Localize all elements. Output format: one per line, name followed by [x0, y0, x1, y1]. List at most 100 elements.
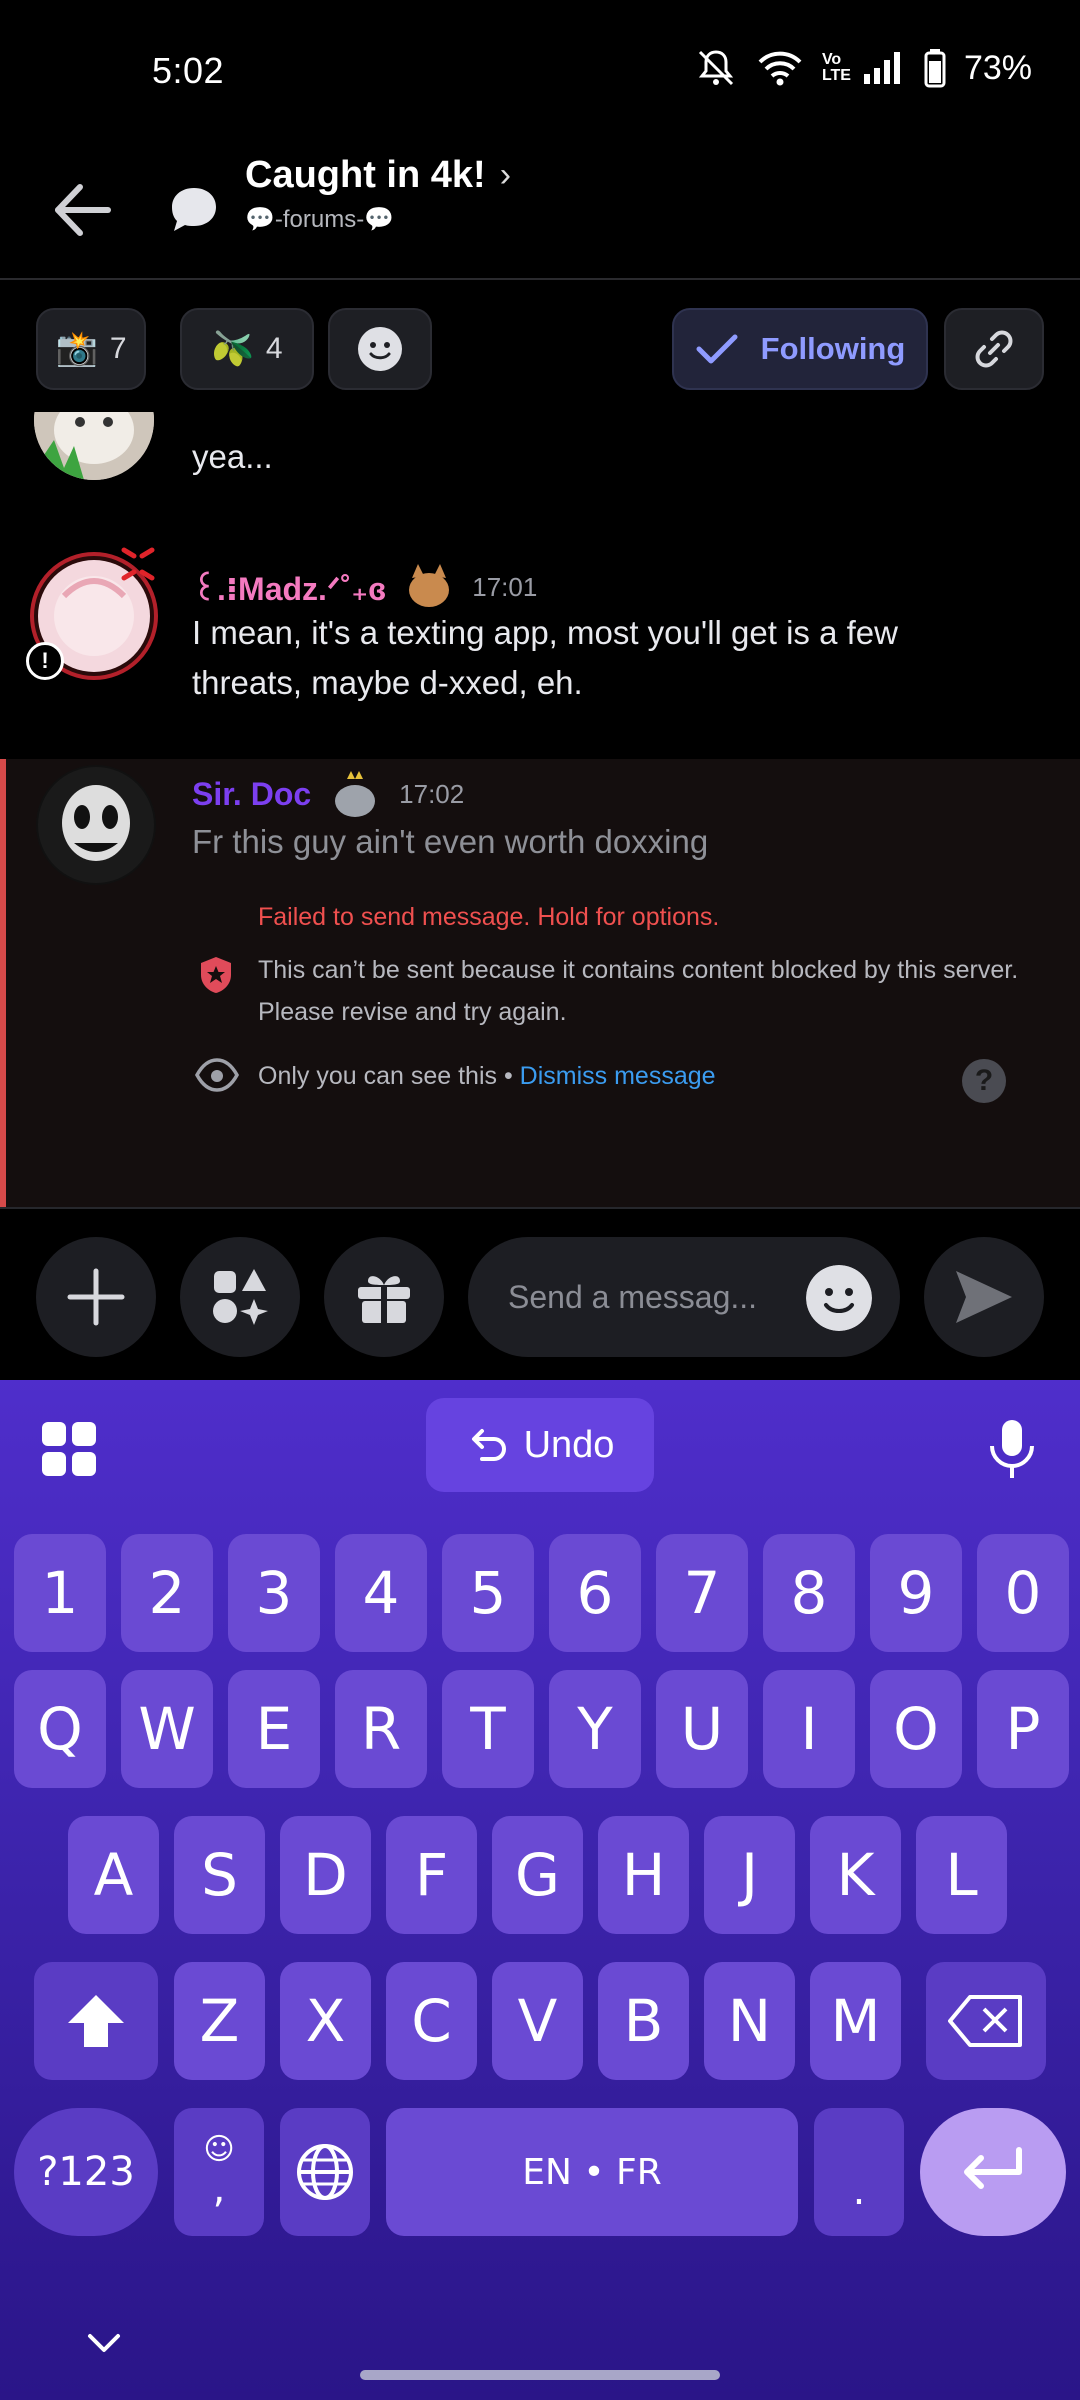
letter-key-n[interactable]: N [704, 1962, 795, 2080]
keyboard-apps-icon[interactable] [40, 1420, 98, 1478]
help-icon[interactable]: ? [962, 1059, 1006, 1103]
letter-key-w[interactable]: W [121, 1670, 213, 1788]
letter-key-u[interactable]: U [656, 1670, 748, 1788]
blocked-notice: This can’t be sent because it contains c… [258, 949, 1058, 1033]
letter-key-x[interactable]: X [280, 1962, 371, 2080]
cat-avatar-icon [34, 412, 154, 480]
failed-message-block[interactable]: Sir. Doc 17:02 Fr this guy ain't even wo… [0, 759, 1080, 1207]
enter-key[interactable] [920, 2108, 1066, 2236]
number-key-3[interactable]: 3 [228, 1534, 320, 1652]
number-key-4[interactable]: 4 [335, 1534, 427, 1652]
status-icons: Vo LTE 73% [694, 48, 1032, 88]
letter-key-z[interactable]: Z [174, 1962, 265, 2080]
microphone-icon[interactable] [984, 1416, 1040, 1482]
automod-shield-icon [201, 957, 231, 993]
spacebar[interactable]: EN • FR [386, 2108, 798, 2236]
letter-key-h[interactable]: H [598, 1816, 689, 1934]
only-you-text: Only you can see this • [258, 1062, 520, 1090]
letter-key-c[interactable]: C [386, 1962, 477, 2080]
number-key-6[interactable]: 6 [549, 1534, 641, 1652]
number-key-7[interactable]: 7 [656, 1534, 748, 1652]
battery-icon [924, 49, 946, 88]
letter-key-a[interactable]: A [68, 1816, 159, 1934]
thread-title: Caught in 4k! [245, 154, 486, 196]
reaction-pill-camera[interactable]: 📸 7 [36, 308, 146, 390]
message-header: Sir. Doc 17:02 [192, 769, 464, 819]
following-button[interactable]: Following [672, 308, 928, 390]
shift-key[interactable] [34, 1962, 158, 2080]
letter-key-q[interactable]: Q [14, 1670, 106, 1788]
gift-icon [358, 1276, 410, 1323]
smiley-icon [358, 327, 402, 371]
following-label: Following [760, 331, 906, 366]
letter-key-f[interactable]: F [386, 1816, 477, 1934]
apps-shapes-icon [213, 1269, 268, 1325]
letter-key-o[interactable]: O [870, 1670, 962, 1788]
alert-icon: ! [26, 642, 64, 680]
username[interactable]: Sir. Doc [192, 776, 311, 813]
back-arrow-icon[interactable] [48, 175, 118, 245]
reaction-pill-figure[interactable]: 🫒 4 [180, 308, 314, 390]
emoji-comma-key[interactable]: ☺ , [174, 2108, 264, 2236]
symbols-key[interactable]: ?123 [14, 2108, 158, 2236]
letter-key-e[interactable]: E [228, 1670, 320, 1788]
letter-key-v[interactable]: V [492, 1962, 583, 2080]
letter-key-l[interactable]: L [916, 1816, 1007, 1934]
copy-link-button[interactable] [944, 308, 1044, 390]
shift-arrow-icon [68, 1995, 124, 2047]
send-button[interactable] [924, 1237, 1044, 1357]
add-reaction-button[interactable] [328, 308, 432, 390]
number-key-2[interactable]: 2 [121, 1534, 213, 1652]
message-list[interactable]: yea... ! ꒰.⁝Madz.ᐟ˚₊ɞ 17:01 I mean, it's… [0, 412, 1080, 1207]
letter-key-s[interactable]: S [174, 1816, 265, 1934]
volte-icon: Vo LTE [821, 51, 851, 84]
emoji-picker-icon[interactable] [806, 1265, 872, 1331]
undo-button[interactable]: Undo [426, 1398, 654, 1492]
gift-button[interactable] [324, 1237, 444, 1357]
letter-key-p[interactable]: P [977, 1670, 1069, 1788]
keyboard: Undo ?123 ☺ , EN • FR . 1234567890 QWERTY… [0, 1380, 1080, 2400]
number-key-0[interactable]: 0 [977, 1534, 1069, 1652]
letter-key-m[interactable]: M [810, 1962, 901, 2080]
chevron-right-icon: › [499, 156, 512, 194]
number-key-9[interactable]: 9 [870, 1534, 962, 1652]
username[interactable]: ꒰.⁝Madz.ᐟ˚₊ɞ [192, 566, 386, 608]
attach-button[interactable] [36, 1237, 156, 1357]
chevron-down-icon[interactable] [86, 2332, 122, 2356]
letter-key-k[interactable]: K [810, 1816, 901, 1934]
status-time: 5:02 [152, 50, 225, 91]
message-header: ꒰.⁝Madz.ᐟ˚₊ɞ 17:01 [192, 564, 537, 610]
apps-button[interactable] [180, 1237, 300, 1357]
letter-key-i[interactable]: I [763, 1670, 855, 1788]
letter-key-b[interactable]: B [598, 1962, 689, 2080]
backspace-icon [948, 1995, 1022, 2047]
letter-key-j[interactable]: J [704, 1816, 795, 1934]
letter-key-y[interactable]: Y [549, 1670, 641, 1788]
period-key[interactable]: . [814, 2108, 904, 2236]
message-input[interactable]: Send a messag... [468, 1237, 900, 1357]
backspace-key[interactable] [926, 1962, 1046, 2080]
number-key-1[interactable]: 1 [14, 1534, 106, 1652]
cat-badge-icon [409, 564, 450, 607]
letter-key-t[interactable]: T [442, 1670, 534, 1788]
only-you-notice: Only you can see this • Dismiss message [258, 1055, 1058, 1097]
eye-icon [195, 1058, 239, 1092]
navigation-handle[interactable] [360, 2370, 720, 2380]
wifi-icon [758, 51, 802, 86]
status-bar: 5:02 Vo LTE 73% [0, 0, 1080, 140]
send-arrow-icon [956, 1271, 1012, 1323]
avatar[interactable] [36, 765, 156, 885]
message-input-placeholder: Send a messag... [508, 1278, 758, 1315]
thread-title-block[interactable]: Caught in 4k! › 💬-forums-💬 [245, 154, 511, 234]
letter-key-d[interactable]: D [280, 1816, 371, 1934]
letter-key-g[interactable]: G [492, 1816, 583, 1934]
reaction-count: 7 [109, 332, 127, 365]
number-key-5[interactable]: 5 [442, 1534, 534, 1652]
message-text: Fr this guy ain't even worth doxxing [192, 823, 709, 860]
avatar[interactable] [34, 412, 154, 480]
letter-key-r[interactable]: R [335, 1670, 427, 1788]
undo-arrow-icon [471, 1429, 506, 1461]
dismiss-message-link[interactable]: Dismiss message [520, 1062, 716, 1090]
language-key[interactable] [280, 2108, 370, 2236]
number-key-8[interactable]: 8 [763, 1534, 855, 1652]
